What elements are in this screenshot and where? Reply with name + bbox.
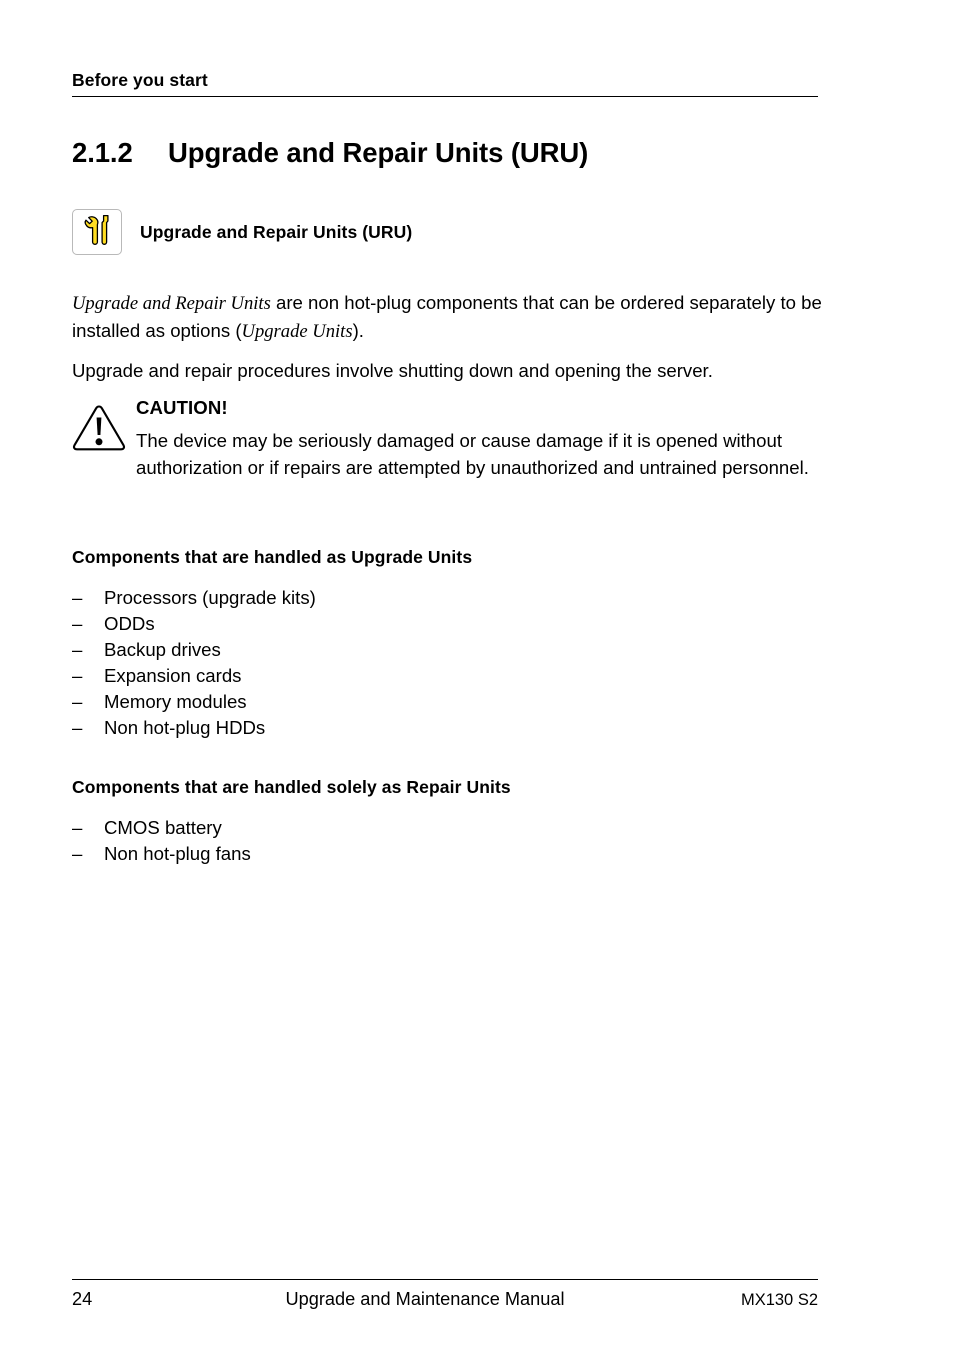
list-item-label: Memory modules <box>104 691 247 712</box>
term-upgrade-units: Upgrade Units <box>241 320 353 342</box>
list-item-label: CMOS battery <box>104 817 222 838</box>
caution-body: CAUTION! The device may be seriously dam… <box>136 396 822 481</box>
dash-bullet-icon: – <box>72 843 83 864</box>
dash-bullet-icon: – <box>72 691 83 712</box>
footer-page-number: 24 <box>72 1289 93 1309</box>
caution-title: CAUTION! <box>136 397 228 418</box>
running-header: Before you start <box>72 70 818 98</box>
uru-icon-box <box>72 209 122 255</box>
dash-bullet-icon: – <box>72 665 83 686</box>
list-item-label: ODDs <box>104 613 155 634</box>
list-item: – Non hot-plug HDDs <box>72 715 822 741</box>
uru-note-label: Upgrade and Repair Units (URU) <box>140 221 413 242</box>
section-number: 2.1.2 <box>72 137 133 168</box>
uru-note-block: Upgrade and Repair Units (URU) <box>72 209 412 255</box>
list-item: – Expansion cards <box>72 663 822 689</box>
wrench-screwdriver-icon <box>82 214 112 251</box>
running-header-title: Before you start <box>72 70 208 90</box>
repair-units-list: – CMOS battery – Non hot-plug fans <box>72 815 822 867</box>
footer-divider <box>72 1279 818 1280</box>
dash-bullet-icon: – <box>72 587 83 608</box>
list-item-label: Non hot-plug HDDs <box>104 717 266 738</box>
repair-units-list-heading: Components that are handled solely as Re… <box>72 777 511 797</box>
dash-bullet-icon: – <box>72 717 83 738</box>
list-item-label: Backup drives <box>104 639 221 660</box>
list-item: – Backup drives <box>72 637 822 663</box>
document-page: Before you start 2.1.2 Upgrade and Repai… <box>0 0 954 1349</box>
paragraph-definition-end: ). <box>352 319 364 341</box>
footer-document-title: Upgrade and Maintenance Manual <box>285 1289 565 1309</box>
list-item: – Memory modules <box>72 689 822 715</box>
footer-product-name: MX130 S2 <box>740 1291 818 1309</box>
footer-row: 24 Upgrade and Maintenance Manual MX130 … <box>72 1289 818 1310</box>
warning-triangle-icon <box>68 400 130 456</box>
list-item: – ODDs <box>72 611 822 637</box>
list-item: – CMOS battery <box>72 815 822 841</box>
paragraph-definition: Upgrade and Repair Units are non hot-plu… <box>72 290 822 345</box>
list-item-label: Processors (upgrade kits) <box>104 587 316 608</box>
list-item-label: Non hot-plug fans <box>104 843 251 864</box>
caution-block: CAUTION! The device may be seriously dam… <box>68 396 822 481</box>
page-footer: 24 Upgrade and Maintenance Manual MX130 … <box>72 1279 818 1310</box>
repair-units-list-group: Components that are handled solely as Re… <box>72 776 822 867</box>
dash-bullet-icon: – <box>72 817 83 838</box>
dash-bullet-icon: – <box>72 613 83 634</box>
dash-bullet-icon: – <box>72 639 83 660</box>
header-divider <box>72 96 818 98</box>
upgrade-units-list: – Processors (upgrade kits) – ODDs – Backup… <box>72 585 822 741</box>
list-item-label: Expansion cards <box>104 665 242 686</box>
list-item: – Processors (upgrade kits) <box>72 585 822 611</box>
upgrade-units-list-group: Components that are handled as Upgrade U… <box>72 546 822 741</box>
section-heading: 2.1.2 Upgrade and Repair Units (URU) <box>72 137 818 169</box>
list-item: – Non hot-plug fans <box>72 841 822 867</box>
section-title: Upgrade and Repair Units (URU) <box>168 137 589 168</box>
term-upgrade-and-repair-units: Upgrade and Repair Units <box>72 293 271 314</box>
upgrade-units-list-heading: Components that are handled as Upgrade U… <box>72 547 473 567</box>
paragraph-procedures: Upgrade and repair procedures involve sh… <box>72 360 713 381</box>
caution-text: The device may be seriously damaged or c… <box>136 430 809 478</box>
